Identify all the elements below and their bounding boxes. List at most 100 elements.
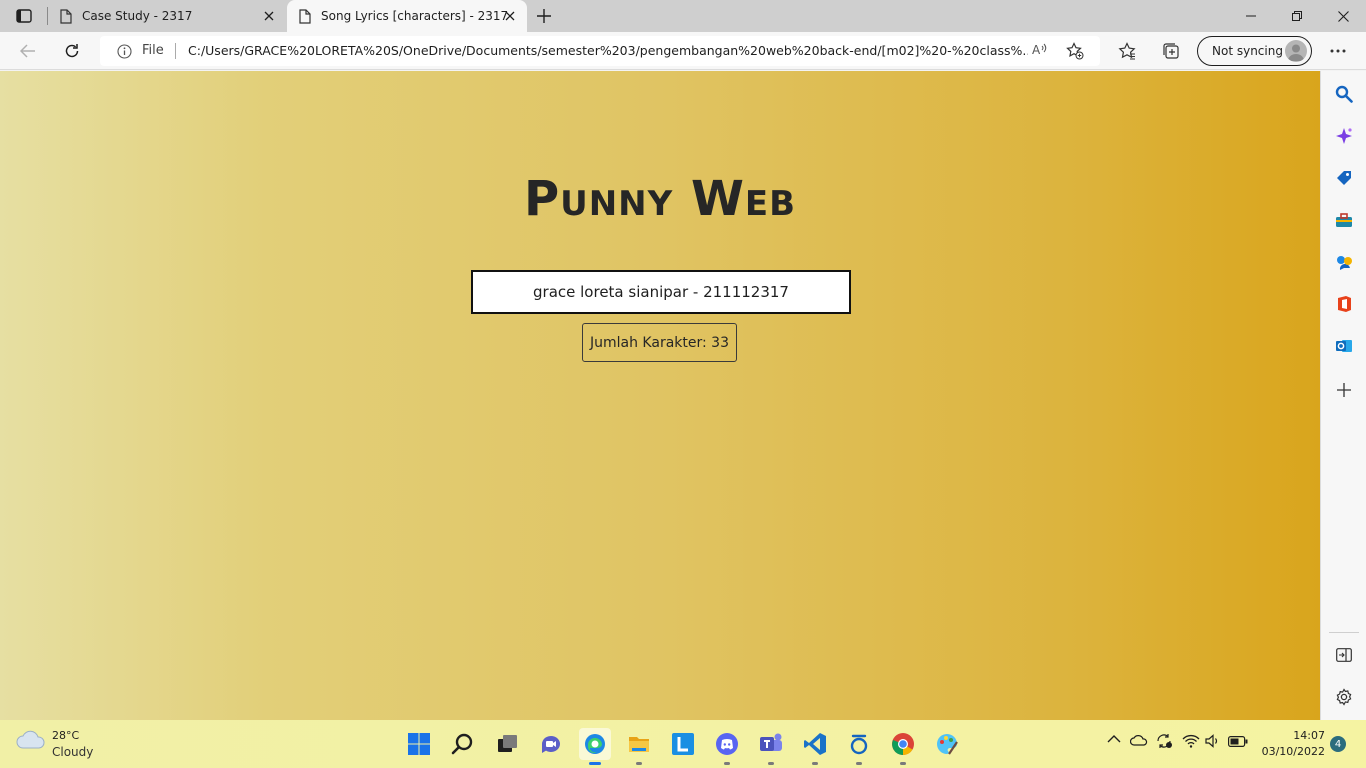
more-icon [1330, 49, 1346, 53]
onedrive-icon[interactable] [1130, 734, 1148, 746]
games-icon[interactable] [1332, 250, 1356, 274]
url-text[interactable]: C:/Users/GRACE%20LORETA%20S/OneDrive/Doc… [188, 43, 1028, 58]
teams-button[interactable] [755, 728, 787, 765]
active-indicator [589, 762, 601, 765]
sync-icon[interactable] [1155, 733, 1173, 749]
circle-app-button[interactable] [843, 728, 875, 765]
settings-icon[interactable] [1332, 685, 1356, 709]
show-hidden-icons-button[interactable] [1107, 734, 1121, 744]
lyrics-input[interactable] [471, 270, 851, 314]
office-icon[interactable] [1332, 292, 1356, 316]
teams-icon [760, 733, 782, 751]
file-explorer-button[interactable] [623, 728, 655, 765]
l-app-icon [672, 733, 694, 755]
chrome-icon [892, 733, 914, 755]
scheme-label: File [142, 43, 164, 58]
favorites-button[interactable] [1112, 36, 1142, 66]
tab-title: Case Study - 2317 [82, 9, 193, 23]
tab-actions-button[interactable] [8, 3, 40, 29]
vscode-icon [804, 733, 826, 755]
discord-icon [716, 733, 738, 755]
profile-button[interactable]: Not syncing [1197, 36, 1312, 66]
close-window-button[interactable] [1320, 0, 1366, 32]
vscode-button[interactable] [799, 728, 831, 765]
running-indicator [856, 762, 862, 765]
page-icon [60, 8, 72, 24]
edge-sidebar [1320, 71, 1366, 720]
shopping-tag-icon[interactable] [1332, 166, 1356, 190]
profile-label: Not syncing [1212, 44, 1283, 58]
page-content: Punny Web Jumlah Karakter: 33 [0, 71, 1320, 720]
search-icon [451, 733, 473, 755]
volume-icon[interactable] [1205, 734, 1221, 748]
favorites-icon [1118, 42, 1136, 60]
restore-button[interactable] [1274, 0, 1320, 32]
clock-date: 03/10/2022 [1261, 745, 1325, 758]
tab-case-study[interactable]: Case Study - 2317 [48, 0, 286, 32]
new-tab-button[interactable] [534, 6, 554, 26]
collections-icon [1163, 43, 1179, 59]
tab-actions-icon [16, 9, 32, 23]
weather-temp: 28°C [52, 729, 80, 742]
back-button[interactable] [13, 36, 43, 66]
notification-badge[interactable]: 4 [1330, 736, 1346, 752]
add-favorite-icon[interactable] [1066, 42, 1084, 60]
taskbar-search-button[interactable] [447, 728, 479, 760]
windows-taskbar: 28°C Cloudy 14:07 03/10/2022 4 [0, 720, 1366, 768]
running-indicator [812, 762, 818, 765]
wifi-icon[interactable] [1182, 734, 1200, 748]
minimize-icon [1246, 15, 1256, 17]
settings-more-button[interactable] [1323, 36, 1353, 66]
windows-icon [408, 733, 430, 755]
add-icon[interactable] [1332, 378, 1356, 402]
clock-time: 14:07 [1293, 729, 1325, 742]
tools-icon[interactable] [1332, 208, 1356, 232]
minimize-button[interactable] [1228, 0, 1274, 32]
page-title: Punny Web [523, 171, 797, 227]
restore-icon [1292, 11, 1302, 21]
close-icon[interactable] [503, 9, 517, 23]
search-icon[interactable] [1332, 82, 1356, 106]
split-screen-icon[interactable] [1332, 643, 1356, 667]
paint-icon [937, 734, 958, 755]
paint-button[interactable] [931, 728, 963, 760]
edge-taskbar-button[interactable] [579, 728, 611, 765]
weather-widget[interactable]: 28°C Cloudy [16, 728, 93, 759]
start-button[interactable] [403, 728, 435, 760]
sidebar-divider [1329, 632, 1359, 633]
tab-title: Song Lyrics [characters] - 2317 [321, 9, 509, 23]
running-indicator [900, 762, 906, 765]
l-app-button[interactable] [667, 728, 699, 760]
copilot-icon[interactable] [1332, 124, 1356, 148]
svg-text:A: A [1032, 43, 1041, 57]
browser-toolbar: File C:/Users/GRACE%20LORETA%20S/OneDriv… [0, 32, 1366, 70]
close-icon [1337, 10, 1349, 22]
browser-titlebar: Case Study - 2317 Song Lyrics [character… [0, 0, 1366, 32]
folder-icon [629, 737, 649, 752]
battery-icon[interactable] [1228, 736, 1248, 747]
character-count-label: Jumlah Karakter: 33 [582, 323, 737, 362]
refresh-button[interactable] [57, 36, 87, 66]
collections-button[interactable] [1156, 36, 1186, 66]
running-indicator [724, 762, 730, 765]
discord-button[interactable] [711, 728, 743, 765]
read-aloud-icon[interactable]: A [1032, 43, 1048, 57]
chat-button[interactable] [535, 728, 567, 760]
chevron-up-icon [1107, 735, 1121, 743]
outlook-icon[interactable] [1332, 334, 1356, 358]
close-icon[interactable] [262, 9, 276, 23]
chat-icon [541, 735, 560, 753]
cloud-icon [16, 730, 45, 749]
plus-icon [537, 9, 551, 23]
weather-condition: Cloudy [52, 745, 94, 759]
system-clock[interactable]: 14:07 03/10/2022 [1255, 728, 1325, 760]
avatar [1285, 40, 1307, 62]
address-separator [175, 43, 176, 59]
address-bar[interactable]: File C:/Users/GRACE%20LORETA%20S/OneDriv… [100, 36, 1100, 66]
page-icon [299, 8, 311, 24]
running-indicator [636, 762, 642, 765]
task-view-button[interactable] [491, 728, 523, 760]
info-icon[interactable] [117, 44, 132, 59]
tab-song-lyrics[interactable]: Song Lyrics [characters] - 2317 [287, 0, 527, 32]
chrome-button[interactable] [887, 728, 919, 765]
